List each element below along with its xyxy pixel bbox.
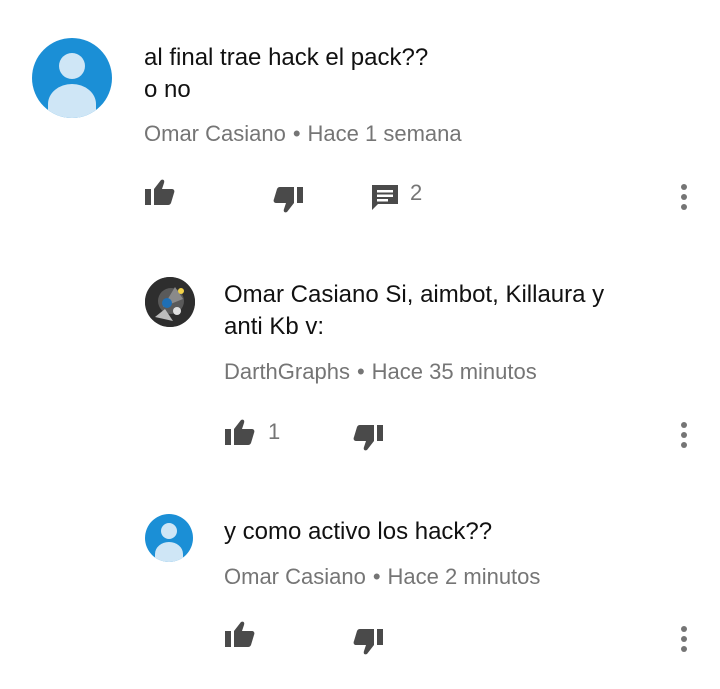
author-name[interactable]: DarthGraphs [224, 359, 350, 384]
comment-meta: Omar Casiano • Hace 1 semana [144, 120, 462, 148]
avatar[interactable] [145, 277, 195, 327]
like-button[interactable] [224, 620, 256, 648]
avatar[interactable] [32, 38, 112, 118]
comment-text-line: y como activo los hack?? [224, 518, 493, 545]
avatar[interactable] [145, 514, 193, 562]
author-name[interactable]: Omar Casiano [144, 121, 286, 146]
comment-icon [372, 185, 398, 210]
author-name[interactable]: Omar Casiano [224, 564, 366, 589]
thumb-down-icon [273, 187, 303, 213]
like-button[interactable] [144, 178, 176, 206]
comment-text-line: o no [144, 76, 191, 103]
timestamp: Hace 35 minutos [371, 359, 537, 384]
comment-text: y como activo los hack?? [224, 516, 684, 548]
separator-dot: • [372, 564, 381, 589]
comment-text-line: al final trae hack el pack?? [144, 44, 429, 71]
thumb-up-icon [145, 179, 175, 205]
more-options-button[interactable] [672, 622, 696, 658]
thumb-down-icon [353, 425, 383, 451]
more-options-button[interactable] [672, 180, 696, 216]
more-options-button[interactable] [672, 418, 696, 454]
profile-picture [145, 277, 195, 327]
thumb-up-icon [225, 419, 255, 445]
reply-button[interactable]: 2 [370, 182, 422, 212]
dislike-button[interactable] [272, 186, 304, 214]
more-vert-icon [681, 626, 687, 632]
like-count: 1 [268, 419, 281, 444]
comment-text-line: Omar Casiano Si, aimbot, Killaura y [224, 281, 605, 308]
dislike-button[interactable] [352, 628, 384, 656]
more-vert-icon [681, 422, 687, 428]
reply-count: 2 [410, 180, 423, 205]
separator-dot: • [292, 121, 301, 146]
comment-meta: DarthGraphs • Hace 35 minutos [224, 358, 537, 386]
dislike-button[interactable] [352, 424, 384, 452]
timestamp: Hace 2 minutos [387, 564, 541, 589]
comment-text: al final trae hack el pack?? o no [144, 42, 664, 106]
like-button[interactable]: 1 [224, 418, 280, 446]
comment-text: Omar Casiano Si, aimbot, Killaura y anti… [224, 279, 684, 343]
separator-dot: • [356, 359, 365, 384]
thumb-down-icon [353, 629, 383, 655]
comment-meta: Omar Casiano • Hace 2 minutos [224, 563, 540, 591]
comment-text-line: anti Kb v: [224, 313, 325, 340]
thumb-up-icon [225, 621, 255, 647]
more-vert-icon [681, 184, 687, 190]
timestamp: Hace 1 semana [307, 121, 462, 146]
